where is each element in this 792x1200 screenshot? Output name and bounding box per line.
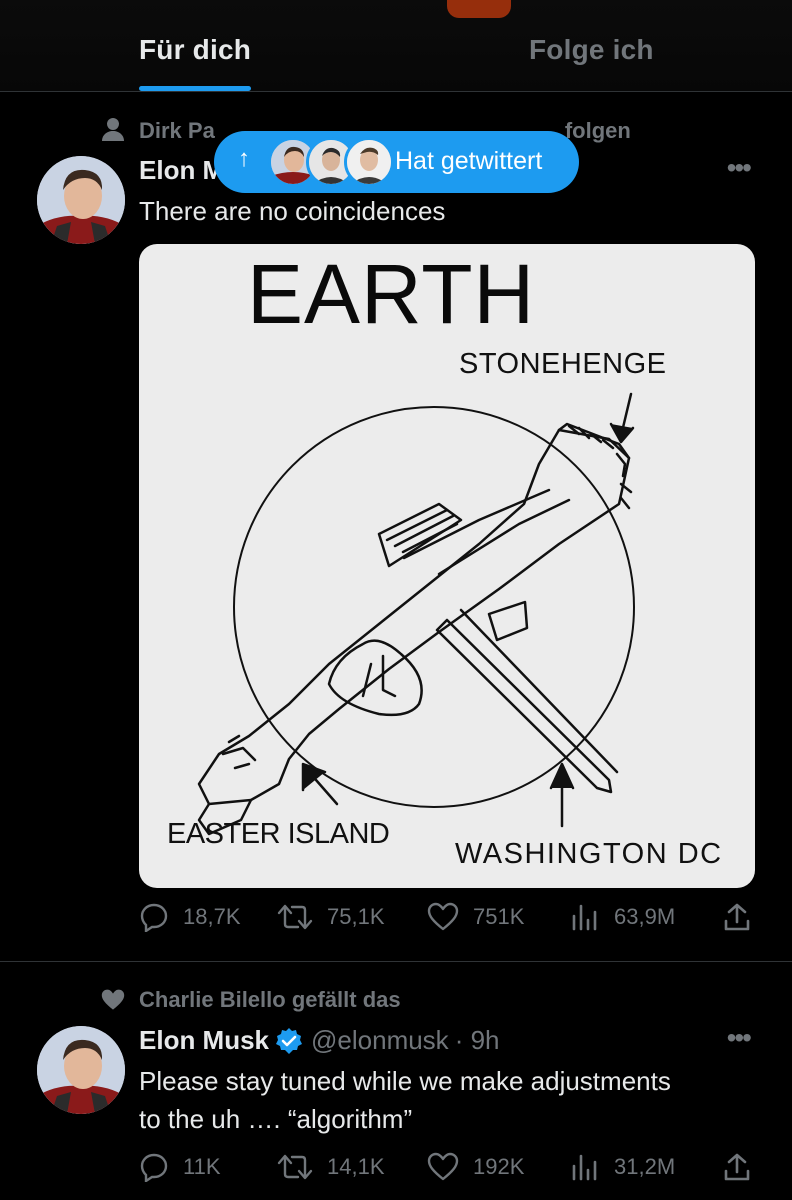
- like-button[interactable]: 751K: [427, 902, 524, 932]
- social-context-start: Dirk Pa: [139, 118, 215, 143]
- like-button[interactable]: 192K: [427, 1152, 524, 1182]
- retweet-count: 75,1K: [327, 904, 385, 929]
- author-name[interactable]: Elon Musk: [139, 1025, 269, 1056]
- share-button[interactable]: [723, 902, 765, 932]
- views-icon: [572, 904, 597, 931]
- avatar[interactable]: [37, 1026, 125, 1114]
- tweet-actions: 18,7K 75,1K 751K 63,9M: [139, 902, 754, 936]
- reply-count: 11K: [183, 1154, 221, 1179]
- tab-for-you[interactable]: Für dich: [139, 34, 251, 66]
- retweet-count: 14,1K: [327, 1154, 385, 1179]
- views-count: 31,2M: [614, 1154, 676, 1179]
- more-icon[interactable]: •••: [727, 1022, 752, 1054]
- tweet-text-line: to the uh …. “algorithm”: [139, 1104, 413, 1134]
- tweet-author[interactable]: Elon Musk @elonmusk · 9h: [139, 1025, 500, 1056]
- views-icon: [572, 1154, 597, 1181]
- tweet-text: Please stay tuned while we make adjustme…: [139, 1062, 671, 1138]
- author-name[interactable]: Elon M: [139, 155, 224, 186]
- tweet-text: There are no coincidences: [139, 196, 446, 226]
- avatar: [344, 137, 394, 187]
- reply-icon: [140, 903, 168, 932]
- retweet-button[interactable]: 14,1K: [277, 1152, 385, 1182]
- author-handle[interactable]: @elonmusk: [311, 1025, 449, 1056]
- reply-icon: [140, 1153, 168, 1182]
- tweet-time[interactable]: · 9h: [455, 1025, 500, 1056]
- reply-count: 18,7K: [183, 904, 241, 929]
- tweet-image[interactable]: EARTH STONEHENGE EASTER ISLAND WASHINGTO…: [139, 244, 755, 888]
- reply-button[interactable]: 18,7K: [139, 902, 241, 932]
- social-context-end: folgen: [564, 118, 631, 143]
- earth-drawing: [197, 392, 635, 836]
- reply-button[interactable]: 11K: [139, 1152, 221, 1182]
- retweet-icon: [277, 1154, 313, 1180]
- views-count: 63,9M: [614, 904, 676, 929]
- active-tab-indicator: [139, 86, 251, 91]
- share-icon: [724, 903, 750, 931]
- tweet-actions: 11K 14,1K 192K 31,2M: [139, 1152, 754, 1186]
- avatar[interactable]: [37, 156, 125, 244]
- heart-icon: [100, 988, 126, 1017]
- more-icon[interactable]: •••: [727, 152, 752, 184]
- like-icon: [427, 902, 459, 931]
- arrow-up-icon: ↑: [238, 145, 250, 172]
- timeline-tabs: Für dich Folge ich: [0, 0, 792, 92]
- share-button[interactable]: [723, 1152, 765, 1182]
- tweet-text-line: Please stay tuned while we make adjustme…: [139, 1066, 671, 1096]
- tweet-divider: [0, 961, 792, 962]
- views-button[interactable]: 63,9M: [570, 902, 675, 932]
- person-icon: [100, 116, 126, 147]
- retweet-button[interactable]: 75,1K: [277, 902, 385, 932]
- views-button[interactable]: 31,2M: [570, 1152, 675, 1182]
- like-icon: [427, 1152, 459, 1181]
- pill-avatars: [268, 137, 398, 187]
- like-count: 192K: [473, 1154, 525, 1179]
- retweet-icon: [277, 904, 313, 930]
- notification-hint: [447, 0, 511, 18]
- verified-icon: [275, 1027, 303, 1055]
- new-tweets-pill[interactable]: ↑ Hat getwittert: [214, 131, 579, 193]
- tweet-author[interactable]: Elon M: [139, 155, 224, 186]
- tab-following[interactable]: Folge ich: [529, 34, 654, 66]
- like-count: 751K: [473, 904, 525, 929]
- social-context[interactable]: Charlie Bilello gefällt das: [139, 987, 401, 1013]
- pill-label: Hat getwittert: [395, 147, 543, 175]
- share-icon: [724, 1153, 750, 1181]
